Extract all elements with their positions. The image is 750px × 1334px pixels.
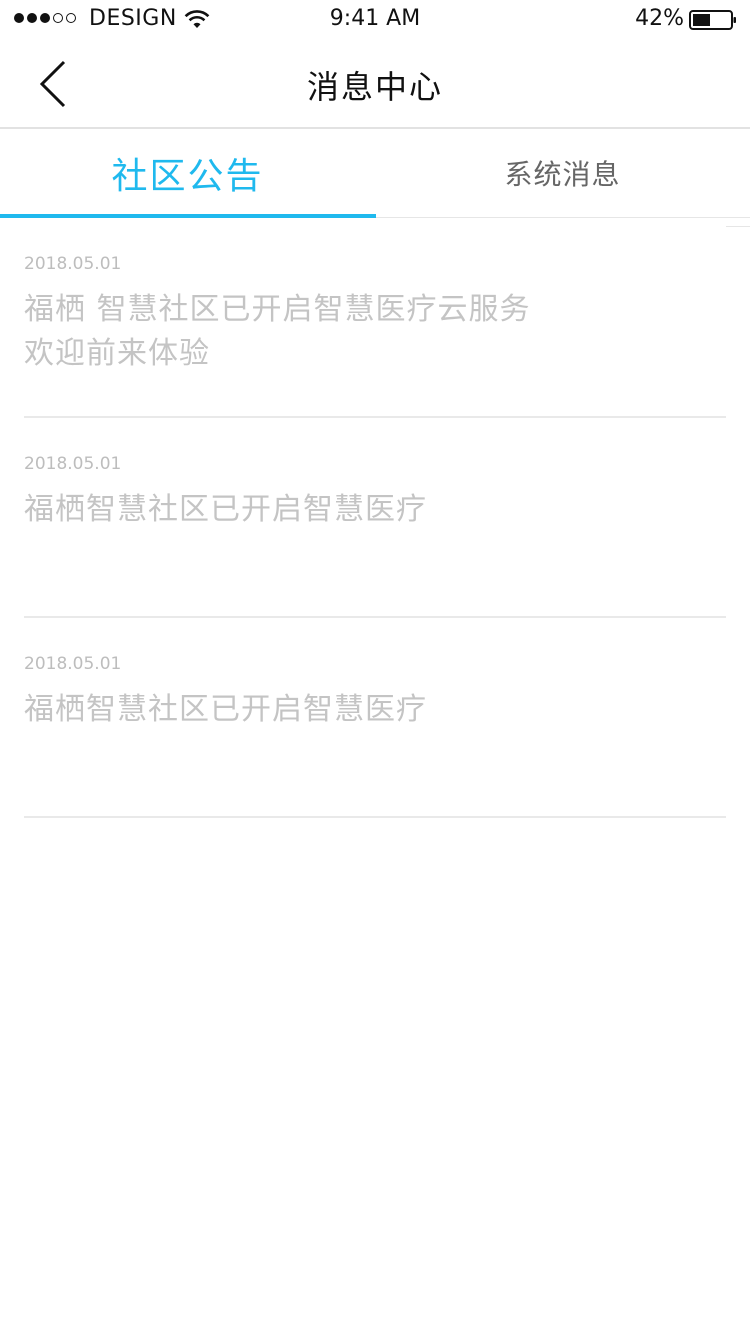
battery-percentage: 42%	[635, 6, 684, 31]
list-item[interactable]: 2018.05.01 福栖智慧社区已开启智慧医疗	[24, 418, 726, 618]
message-text: 福栖智慧社区已开启智慧医疗	[24, 692, 427, 727]
tab-label: 社区公告	[111, 156, 264, 197]
list-item[interactable]: 2018.05.01 福栖智慧社区已开启智慧医疗	[24, 618, 726, 818]
message-text: 福栖智慧社区已开启智慧医疗	[24, 492, 427, 527]
status-bar: DESIGN 9:41 AM 42%	[0, 0, 750, 40]
tab-bar: 社区公告 系统消息	[0, 129, 750, 227]
message-list: 2018.05.01 福栖 智慧社区已开启智慧医疗云服务 欢迎前来体验 2018…	[24, 218, 726, 818]
tab-label: 系统消息	[504, 158, 621, 191]
message-date: 2018.05.01	[24, 454, 122, 474]
battery-icon	[689, 10, 736, 30]
message-date: 2018.05.01	[24, 254, 122, 274]
tab-system-message[interactable]: 系统消息	[375, 129, 750, 217]
page-title: 消息中心	[306, 68, 443, 106]
message-text: 福栖 智慧社区已开启智慧医疗云服务 欢迎前来体验	[24, 292, 531, 371]
tab-community-notice[interactable]: 社区公告	[0, 129, 375, 217]
navigation-bar: 消息中心	[0, 40, 750, 129]
message-date: 2018.05.01	[24, 654, 122, 674]
list-item[interactable]: 2018.05.01 福栖 智慧社区已开启智慧医疗云服务 欢迎前来体验	[24, 218, 726, 418]
divider	[726, 216, 750, 227]
